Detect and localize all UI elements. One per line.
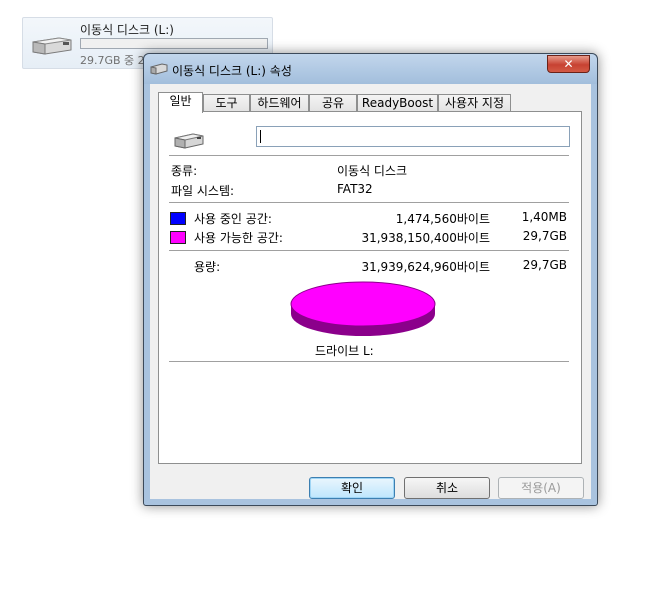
divider <box>169 361 569 362</box>
free-space-size: 29,7GB <box>522 229 567 243</box>
usb-drive-small-icon <box>150 63 168 78</box>
tab-label: 사용자 지정 <box>444 96 504 110</box>
type-value: 이동식 디스크 <box>337 164 408 178</box>
usb-drive-icon <box>29 36 75 59</box>
cancel-button[interactable]: 취소 <box>404 477 490 499</box>
tab-label: 일반 <box>169 94 192 108</box>
filesystem-value: FAT32 <box>337 182 373 196</box>
dialog-client: 일반 도구 하드웨어 공유 ReadyBoost 사용자 지정 종류: 이동식 … <box>150 84 591 499</box>
used-space-size: 1,40MB <box>521 210 567 224</box>
capacity-label: 용량: <box>194 260 221 274</box>
tab-sharing[interactable]: 공유 <box>309 94 357 112</box>
properties-dialog: 이동식 디스크 (L:) 속성 ✕ 일반 도구 하드웨어 공유 ReadyBoo… <box>143 53 598 506</box>
used-space-bytes: 1,474,560바이트 <box>395 212 490 226</box>
tab-general[interactable]: 일반 <box>158 92 203 113</box>
general-panel: 종류: 이동식 디스크 파일 시스템: FAT32 사용 중인 공간: 1,47… <box>158 111 582 464</box>
type-label: 종류: <box>171 164 198 178</box>
free-space-label: 사용 가능한 공간: <box>194 231 283 245</box>
capacity-bytes: 31,939,624,960바이트 <box>361 260 490 274</box>
pie-top <box>290 281 436 327</box>
divider <box>169 250 569 251</box>
tab-label: ReadyBoost <box>361 96 434 110</box>
apply-button[interactable]: 적용(A) <box>498 477 584 499</box>
close-icon: ✕ <box>563 57 574 71</box>
filesystem-label: 파일 시스템: <box>171 184 235 198</box>
dialog-title: 이동식 디스크 (L:) 속성 <box>172 64 292 78</box>
drive-usage-bar <box>80 38 268 49</box>
used-space-swatch <box>170 212 186 225</box>
ok-button[interactable]: 확인 <box>309 477 395 499</box>
capacity-size: 29,7GB <box>522 258 567 272</box>
tab-label: 공유 <box>321 96 345 110</box>
used-space-label: 사용 중인 공간: <box>194 212 272 226</box>
drive-letter-label: 드라이브 L: <box>315 344 374 358</box>
drive-name: 이동식 디스크 (L:) <box>80 23 174 37</box>
tab-label: 하드웨어 <box>257 96 302 110</box>
close-button[interactable]: ✕ <box>547 55 590 73</box>
divider <box>169 202 569 203</box>
tab-readyboost[interactable]: ReadyBoost <box>357 94 438 112</box>
free-space-swatch <box>170 231 186 244</box>
drive-capacity-text: 29.7GB 중 2 <box>80 54 145 67</box>
divider <box>169 155 569 156</box>
disk-usage-pie <box>290 281 436 336</box>
tab-tools[interactable]: 도구 <box>203 94 250 112</box>
usb-drive-icon <box>173 132 205 153</box>
free-space-bytes: 31,938,150,400바이트 <box>361 231 490 245</box>
tab-hardware[interactable]: 하드웨어 <box>250 94 309 112</box>
text-caret <box>260 130 261 143</box>
tab-customize[interactable]: 사용자 지정 <box>438 94 511 112</box>
tab-label: 도구 <box>215 96 238 110</box>
dialog-titlebar[interactable]: 이동식 디스크 (L:) 속성 ✕ <box>144 54 597 84</box>
drive-label-input[interactable] <box>256 126 570 147</box>
